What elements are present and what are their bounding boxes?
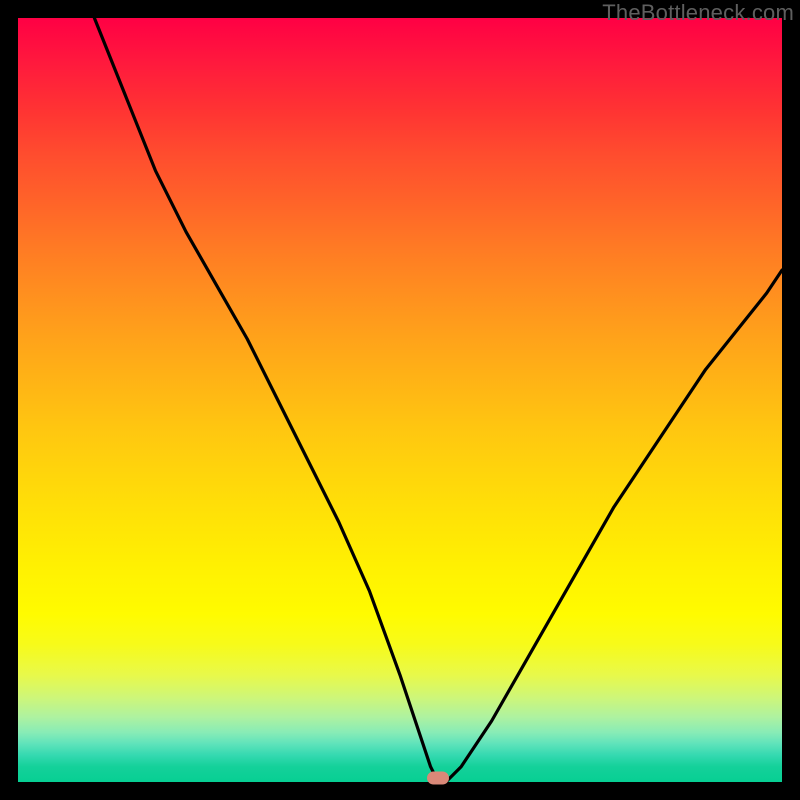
bottleneck-curve xyxy=(18,18,782,782)
chart-stage: TheBottleneck.com xyxy=(0,0,800,800)
plot-area xyxy=(18,18,782,782)
watermark-text: TheBottleneck.com xyxy=(602,0,794,26)
optimum-marker xyxy=(427,772,449,785)
